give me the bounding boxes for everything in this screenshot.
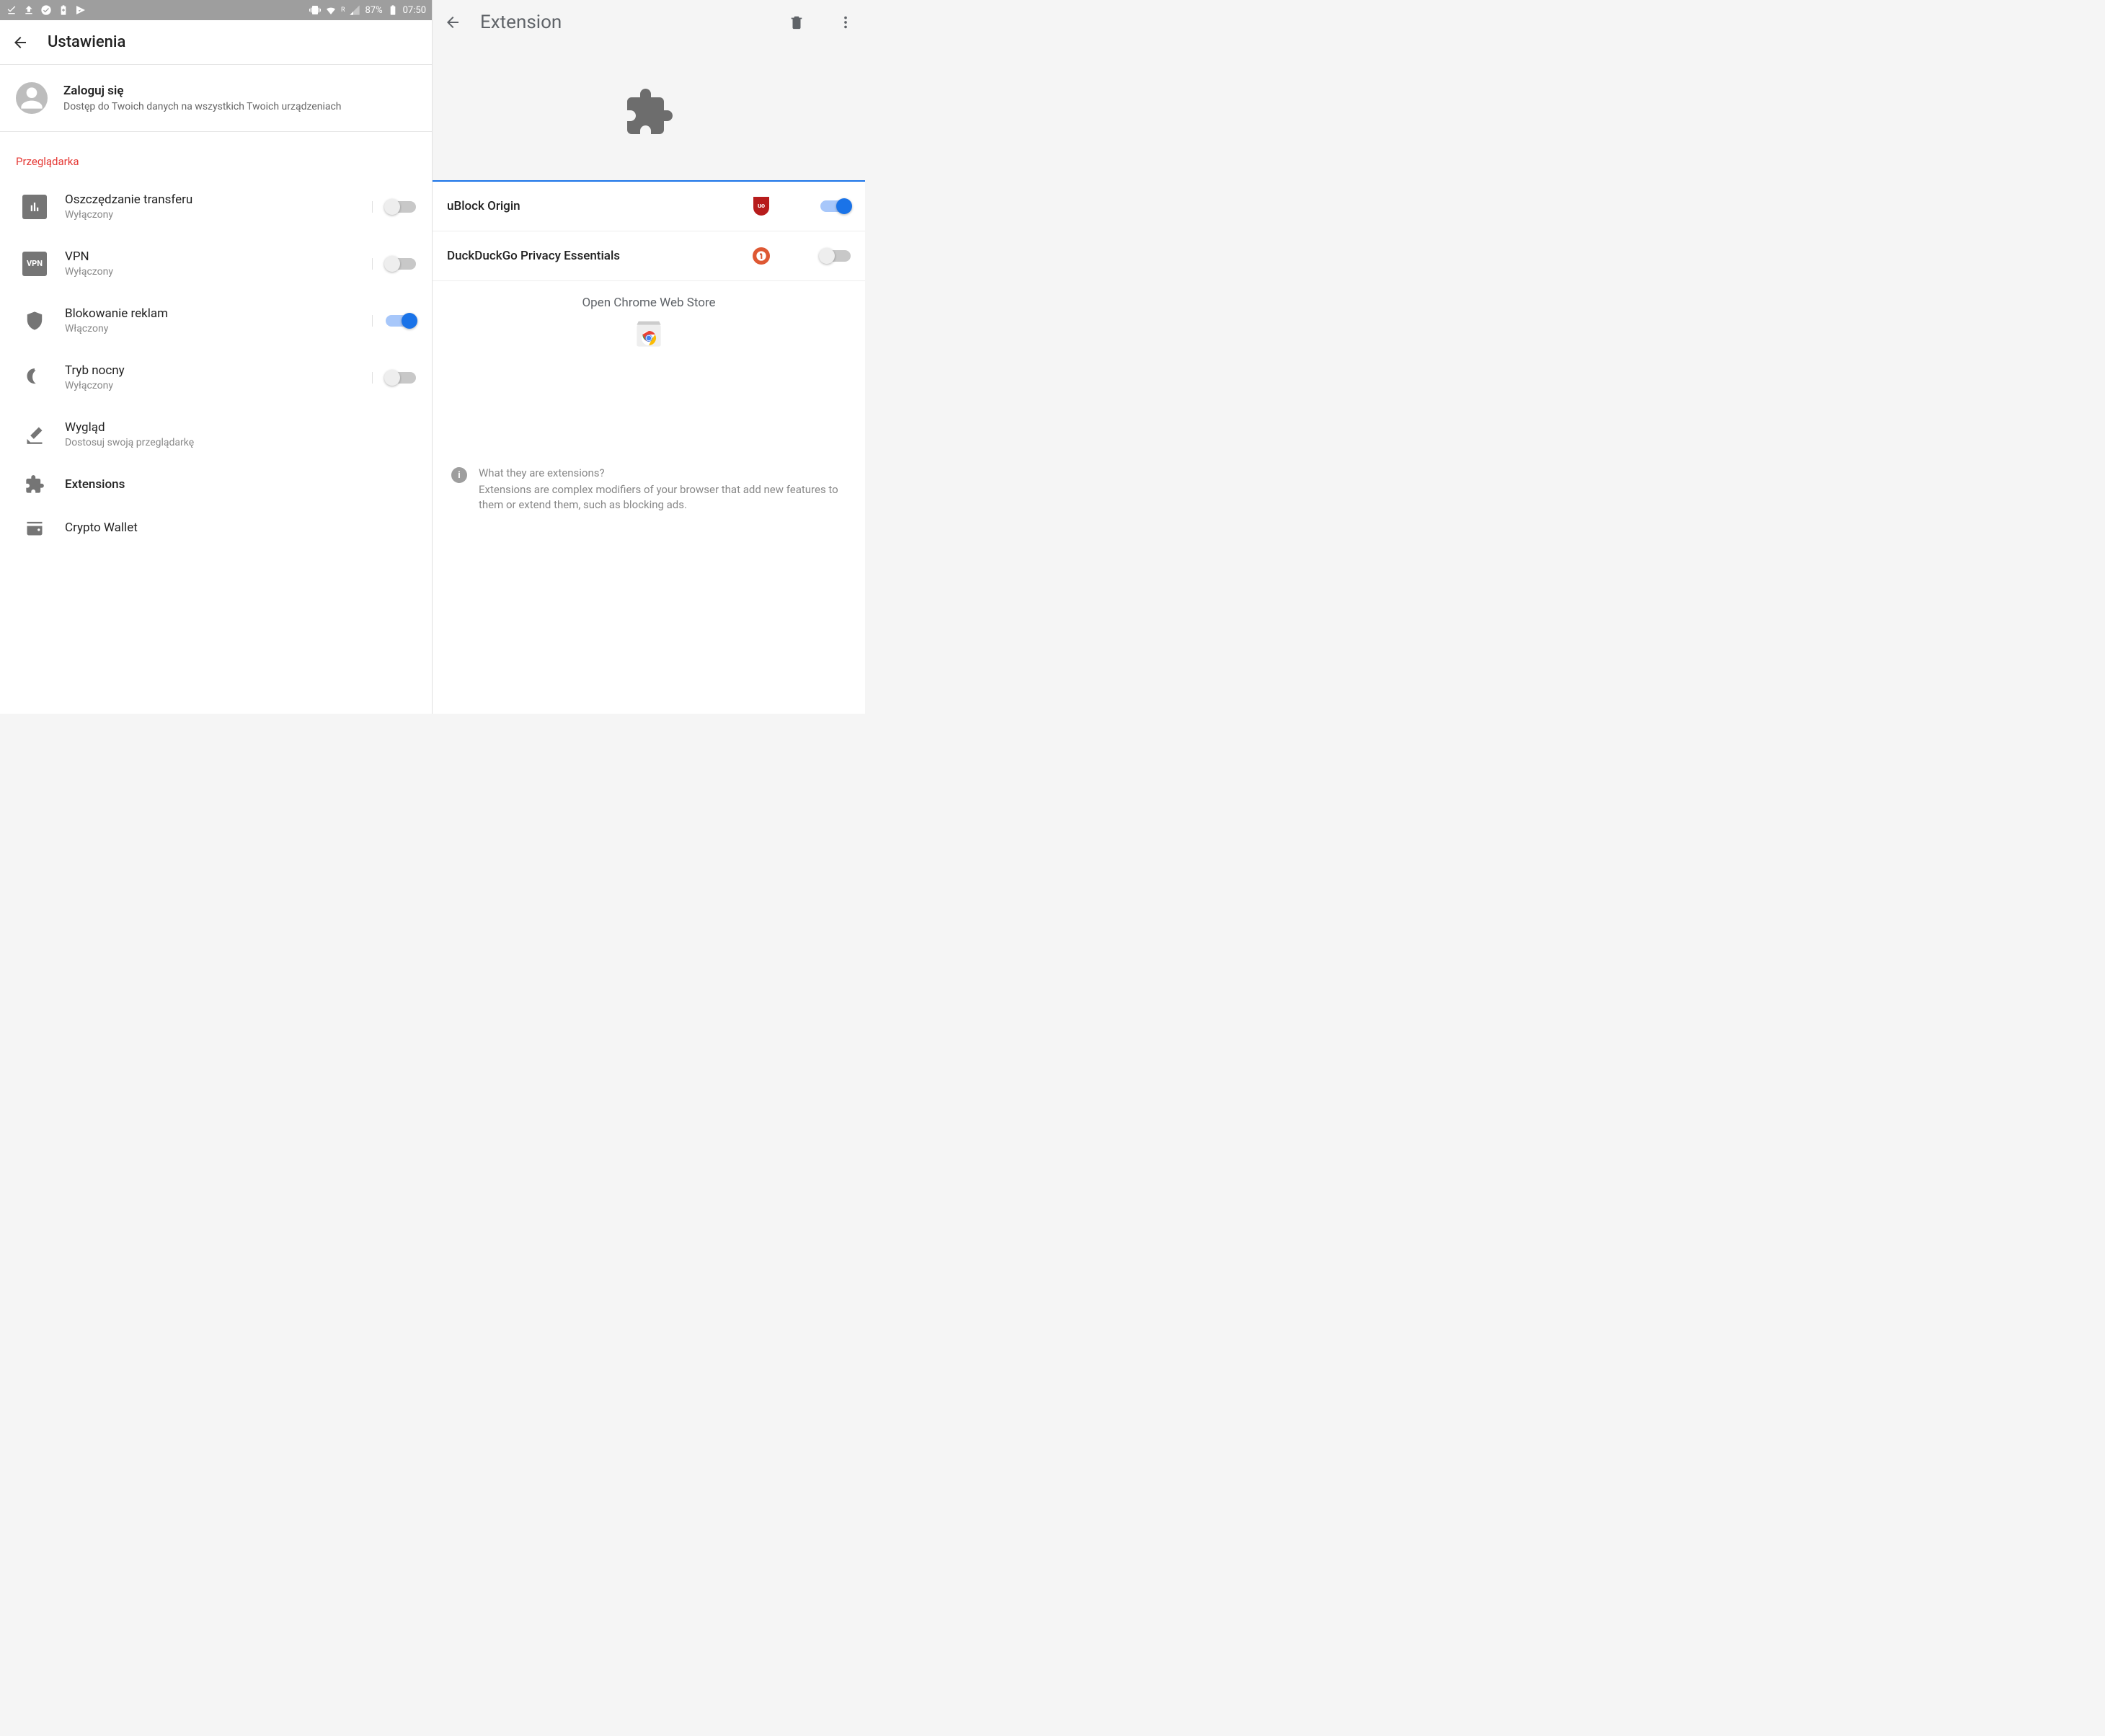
- setting-title: VPN: [65, 249, 355, 264]
- app-bar-left: Ustawienia: [0, 20, 432, 65]
- setting-row-data-saver[interactable]: Oszczędzanie transferu Wyłączony: [0, 178, 432, 235]
- download-done-icon: [6, 4, 17, 16]
- toggle-night-mode[interactable]: [386, 372, 416, 384]
- page-title: Ustawienia: [48, 33, 125, 51]
- setting-row-crypto-wallet[interactable]: Crypto Wallet: [0, 506, 432, 549]
- battery-icon: [387, 4, 399, 16]
- back-icon[interactable]: [444, 14, 461, 31]
- info-box: i What they are extensions? Extensions a…: [433, 358, 865, 513]
- setting-row-extensions[interactable]: Extensions: [0, 463, 432, 506]
- chrome-webstore-icon: [633, 317, 665, 349]
- upload-icon: [23, 4, 35, 16]
- status-time: 07:50: [403, 5, 426, 16]
- info-title: What they are extensions?: [479, 466, 846, 481]
- setting-row-vpn[interactable]: VPN VPN Wyłączony: [0, 235, 432, 292]
- profile-row[interactable]: Zaloguj się Dostęp do Twoich danych na w…: [0, 65, 432, 132]
- section-header-browser: Przeglądarka: [0, 132, 432, 178]
- webstore-label: Open Chrome Web Store: [433, 296, 865, 310]
- duckduckgo-icon: [753, 247, 770, 265]
- vpn-icon: VPN: [22, 252, 47, 276]
- setting-title: Wygląd: [65, 420, 416, 435]
- info-body: Extensions are complex modifiers of your…: [479, 483, 838, 511]
- status-bar: R 87% 07:50: [0, 0, 432, 20]
- bar-chart-icon: [22, 195, 47, 219]
- signal-icon: [349, 4, 360, 16]
- shield-icon: [22, 308, 48, 334]
- puzzle-large-icon: [623, 87, 675, 138]
- webstore-link[interactable]: Open Chrome Web Store: [433, 281, 865, 358]
- toggle-ublock[interactable]: [820, 200, 851, 212]
- hero-area: [433, 45, 865, 182]
- roaming-label: R: [341, 6, 345, 14]
- setting-sub: Wyłączony: [65, 266, 355, 278]
- info-icon: i: [451, 467, 467, 483]
- toggle-vpn[interactable]: [386, 258, 416, 270]
- extension-row-ublock[interactable]: uBlock Origin uo: [433, 182, 865, 231]
- app-bar-right: Extension: [433, 0, 865, 45]
- avatar-icon: [16, 82, 48, 114]
- back-icon[interactable]: [12, 34, 29, 51]
- setting-row-appearance[interactable]: Wygląd Dostosuj swoją przeglądarkę: [0, 406, 432, 463]
- setting-title: Blokowanie reklam: [65, 306, 355, 321]
- puzzle-icon: [22, 471, 48, 497]
- setting-sub: Włączony: [65, 323, 355, 335]
- setting-row-adblock[interactable]: Blokowanie reklam Włączony: [0, 292, 432, 349]
- setting-title: Oszczędzanie transferu: [65, 192, 355, 207]
- setting-title: Extensions: [65, 477, 416, 492]
- setting-row-night-mode[interactable]: Tryb nocny Wyłączony: [0, 349, 432, 406]
- battery-plus-icon: [58, 4, 69, 16]
- trash-icon[interactable]: [789, 14, 805, 30]
- profile-title: Zaloguj się: [63, 84, 342, 98]
- setting-sub: Dostosuj swoją przeglądarkę: [65, 437, 416, 448]
- toggle-adblock[interactable]: [386, 315, 416, 327]
- moon-icon: [22, 365, 48, 391]
- profile-subtitle: Dostęp do Twoich danych na wszystkich Tw…: [63, 101, 342, 112]
- more-icon[interactable]: [838, 14, 854, 30]
- setting-sub: Wyłączony: [65, 380, 355, 391]
- setting-sub: Wyłączony: [65, 209, 355, 221]
- page-title: Extension: [480, 12, 562, 33]
- extension-name: uBlock Origin: [447, 199, 743, 213]
- setting-title: Tryb nocny: [65, 363, 355, 378]
- toggle-data-saver[interactable]: [386, 201, 416, 213]
- ublock-icon: uo: [753, 198, 770, 215]
- extension-name: DuckDuckGo Privacy Essentials: [447, 249, 743, 263]
- play-check-icon: [75, 4, 87, 16]
- wifi-icon: [325, 4, 337, 16]
- battery-percent: 87%: [365, 5, 382, 16]
- vibrate-icon: [309, 4, 321, 16]
- paint-icon: [22, 422, 48, 448]
- check-circle-icon: [40, 4, 52, 16]
- wallet-icon: [22, 515, 48, 541]
- extension-row-duckduckgo[interactable]: DuckDuckGo Privacy Essentials: [433, 231, 865, 281]
- setting-title: Crypto Wallet: [65, 521, 416, 535]
- toggle-duckduckgo[interactable]: [820, 250, 851, 262]
